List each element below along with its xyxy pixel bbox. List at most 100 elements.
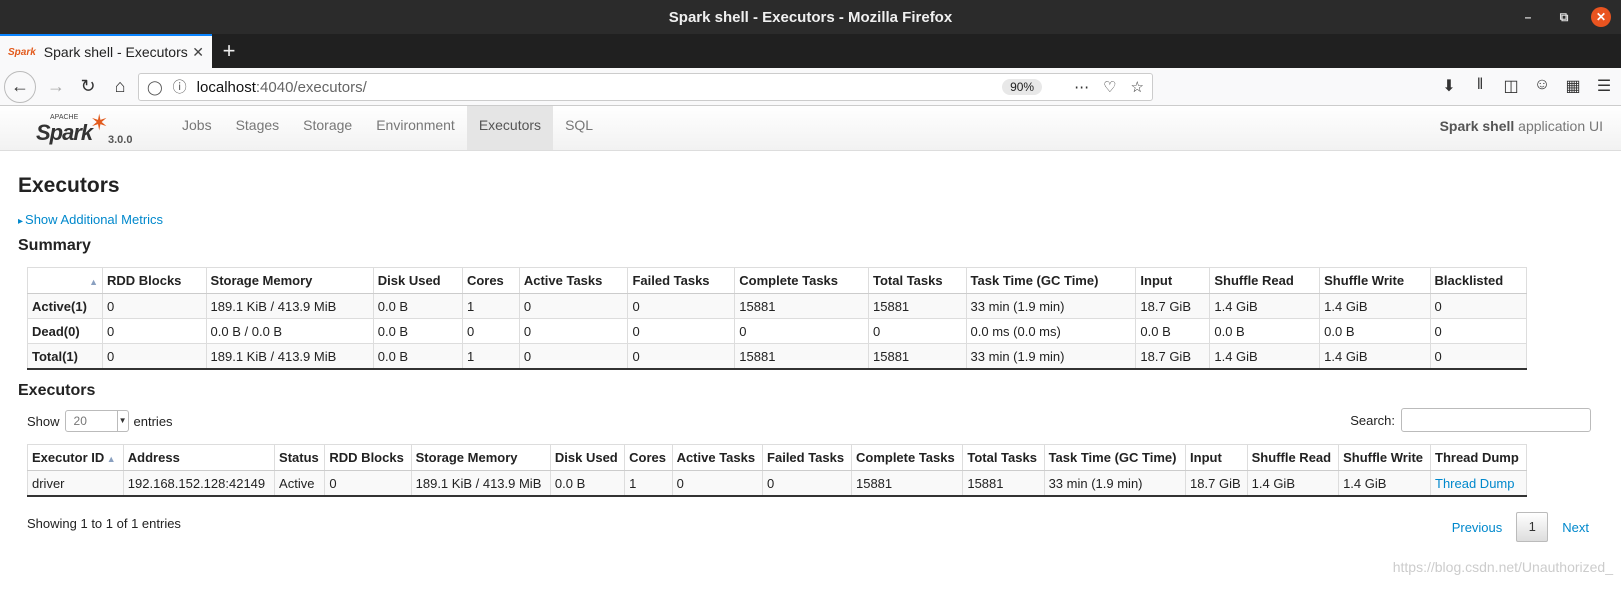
menu-icon[interactable]: ☰ [1595,76,1613,96]
executors-column-header[interactable]: Task Time (GC Time) [1043,444,1187,471]
table-row: Active(1) 0 189.1 KiB / 413.9 MiB 0.0 B1001… [27,293,1528,319]
executors-column-header[interactable]: Input [1185,444,1248,471]
table-cell: 0 [762,470,852,497]
summary-sort-header[interactable]: ▲ [27,267,103,294]
table-row: Total(1) 0 189.1 KiB / 413.9 MiB 0.0 B 1 0 0 15… [27,343,1528,370]
nav-sql[interactable]: SQL [553,106,605,150]
header-label: Cores [629,450,667,465]
close-window-icon[interactable]: ✕ [1591,7,1611,27]
executors-column-header[interactable]: Address [122,444,276,471]
nav-environment[interactable]: Environment [364,106,467,150]
header-label: Total Tasks [967,450,1037,465]
summary-column-header[interactable]: Shuffle Write [1319,267,1431,294]
page-title: Executors [18,174,120,197]
url-bar[interactable]: ◯ ⓘ localhost :4040/executors/ 90% ⋯ ♡ ☆ [138,73,1153,101]
forward-arrow-icon[interactable]: → [40,71,72,103]
download-icon[interactable]: ⬇ [1440,76,1458,96]
nav-jobs[interactable]: Jobs [170,106,224,150]
summary-column-header[interactable]: Blacklisted [1429,267,1528,294]
current-page-button[interactable]: 1 [1516,512,1549,542]
table-cell: 0.0 B [1209,318,1321,344]
bookmark-star-icon[interactable]: ☆ [1131,78,1144,96]
spark-favicon-icon: Spark [8,46,36,58]
reload-icon[interactable]: ↻ [72,71,104,103]
url-path: :4040/executors/ [255,78,367,96]
minimize-icon[interactable]: – [1519,10,1537,24]
header-label: Address [127,450,180,465]
maximize-icon[interactable]: ⧉ [1555,10,1573,25]
executors-column-header[interactable]: Total Tasks [962,444,1045,471]
nav-executors[interactable]: Executors [466,106,554,150]
table-cell: 1.4 GiB [1246,470,1340,497]
account-icon[interactable]: ☺ [1533,76,1551,96]
table-cell: driver [27,470,124,497]
executors-column-header[interactable]: Cores [624,444,673,471]
home-icon[interactable]: ⌂ [104,71,136,103]
summary-column-header[interactable]: Active Tasks [518,267,629,294]
back-arrow-icon[interactable]: ← [4,70,36,103]
spark-star-icon: ✶ [90,110,109,135]
executors-column-header[interactable]: Status [274,444,326,471]
spark-version: 3.0.0 [108,134,133,146]
executors-column-header[interactable]: Executor ID ▲ [27,444,124,471]
info-icon[interactable]: ⓘ [173,77,187,97]
sort-ascending-icon: ▲ [104,454,116,464]
library-icon[interactable]: ‖ [1471,76,1489,96]
header-label: Shuffle Write [1343,450,1424,465]
table-cell: 0 [734,318,869,344]
table-cell: 33 min (1.9 min) [965,343,1137,370]
show-additional-metrics-link[interactable]: Show Additional Metrics [18,212,1603,227]
thread-dump-link[interactable]: Thread Dump [1430,470,1527,497]
summary-column-header[interactable]: Failed Tasks [627,267,736,294]
executors-column-header[interactable]: Shuffle Read [1246,444,1340,471]
search-input[interactable] [1401,408,1591,432]
browser-tab[interactable]: Spark Spark shell - Executors ✕ [0,34,212,68]
previous-page-button[interactable]: Previous [1438,520,1517,535]
showing-entries-info: Showing 1 to 1 of 1 entries [27,516,181,531]
summary-column-header[interactable]: Complete Tasks [734,267,869,294]
page-size-select[interactable]: 20 ▼ [64,410,129,432]
executors-column-header[interactable]: Active Tasks [671,444,764,471]
executors-column-header[interactable]: Storage Memory [410,444,551,471]
executors-column-header[interactable]: Thread Dump [1430,444,1527,471]
executors-column-header[interactable]: Failed Tasks [762,444,852,471]
summary-column-header[interactable]: RDD Blocks [102,267,207,294]
summary-column-header[interactable]: Cores [461,267,520,294]
header-label: Thread Dump [1435,450,1519,465]
summary-column-header[interactable]: Input [1135,267,1211,294]
window-title: Spark shell - Executors - Mozilla Firefo… [668,8,953,26]
executors-column-header[interactable]: Shuffle Write [1338,444,1431,471]
table-cell: 0 [102,343,207,370]
sort-ascending-icon: ▲ [89,277,98,287]
new-tab-icon[interactable]: + [212,34,246,68]
table-cell: 15881 [734,293,869,319]
summary-column-header[interactable]: Storage Memory [205,267,374,294]
executors-column-header[interactable]: RDD Blocks [324,444,412,471]
table-cell: 189.1 KiB / 413.9 MiB [410,470,551,497]
header-label: Complete Tasks [855,450,955,465]
page-actions-icon[interactable]: ⋯ [1074,78,1089,96]
nav-storage[interactable]: Storage [291,106,364,150]
pocket-icon[interactable]: ♡ [1103,78,1116,96]
table-cell: 0 [518,293,629,319]
next-page-button[interactable]: Next [1548,520,1603,535]
url-host: localhost [196,78,256,96]
table-cell: 1.4 GiB [1209,343,1321,370]
close-tab-icon[interactable]: ✕ [192,44,204,61]
row-label: Active(1) [27,293,103,319]
extensions-icon[interactable]: ▦ [1564,76,1582,96]
shield-icon[interactable]: ◯ [147,79,163,96]
summary-column-header[interactable]: Disk Used [372,267,463,294]
sidebar-icon[interactable]: ◫ [1502,76,1520,96]
zoom-level[interactable]: 90% [1002,79,1043,95]
summary-column-header[interactable]: Task Time (GC Time) [965,267,1137,294]
summary-column-header[interactable]: Total Tasks [868,267,967,294]
nav-stages[interactable]: Stages [224,106,292,150]
table-cell: 0 [868,318,967,344]
table-cell: 18.7 GiB [1185,470,1248,497]
table-cell: 0 [671,470,764,497]
executors-column-header[interactable]: Disk Used [549,444,626,471]
summary-column-header[interactable]: Shuffle Read [1209,267,1321,294]
executors-column-header[interactable]: Complete Tasks [850,444,964,471]
table-cell: 18.7 GiB [1135,293,1211,319]
